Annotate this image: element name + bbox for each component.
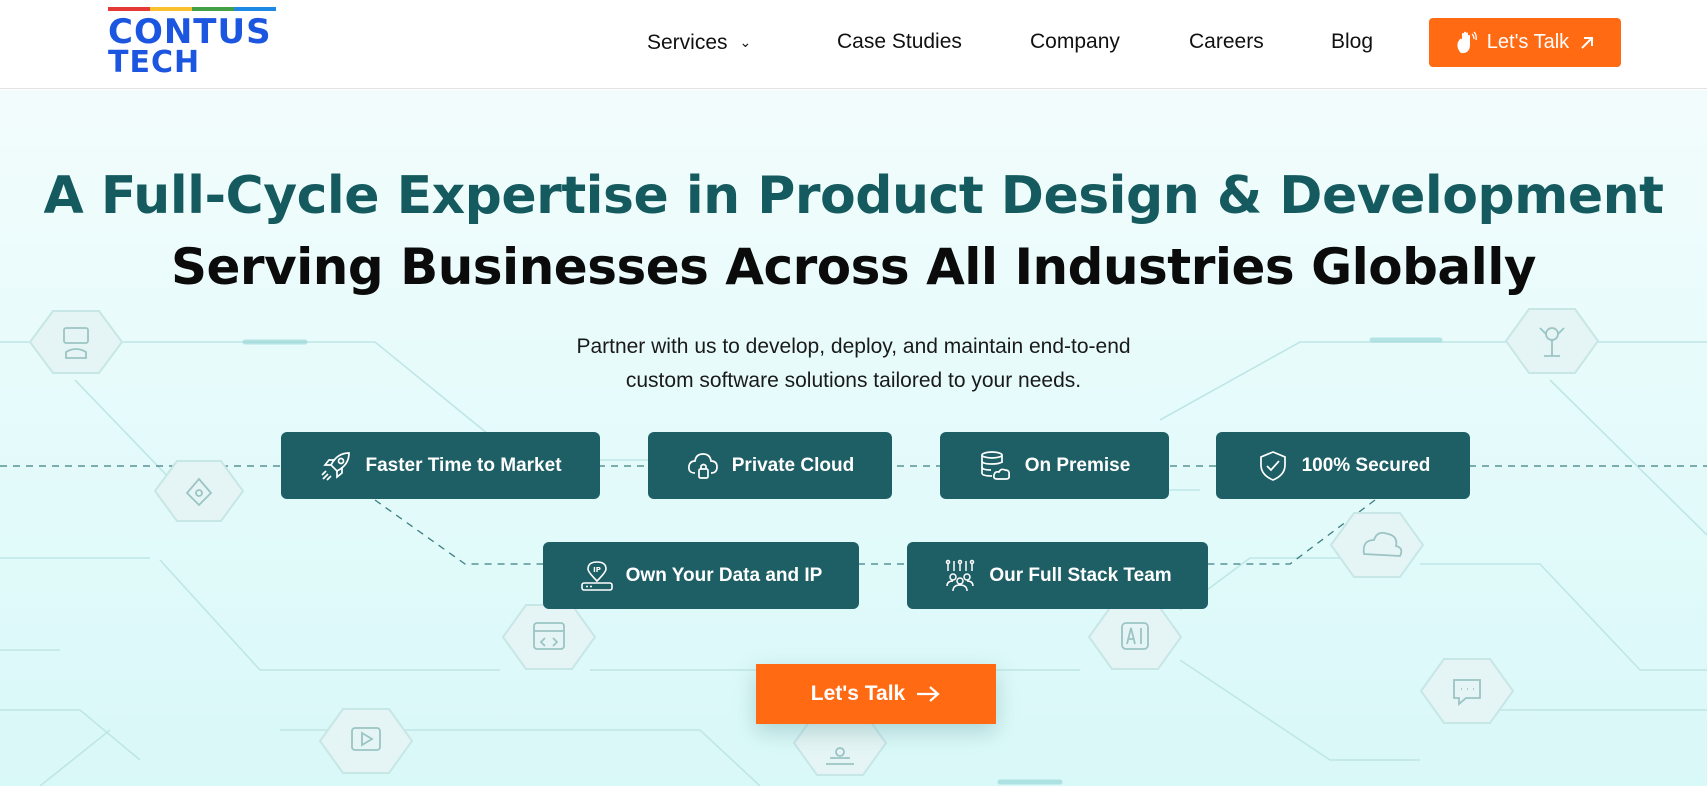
hex-tile bbox=[1329, 512, 1425, 578]
server-database-icon bbox=[980, 450, 1010, 480]
feature-our-full-stack-team: Our Full Stack Team bbox=[907, 542, 1208, 609]
arrow-up-right-icon bbox=[1581, 36, 1594, 49]
feature-label: Our Full Stack Team bbox=[989, 564, 1172, 586]
nav-item-blog[interactable]: Blog bbox=[1331, 28, 1373, 56]
hex-tile bbox=[153, 460, 245, 522]
feature-private-cloud: Private Cloud bbox=[648, 432, 892, 499]
logo-wordmark-line2: TECH bbox=[108, 45, 201, 80]
cloud-lock-icon bbox=[687, 452, 718, 479]
logo-stripe bbox=[150, 7, 192, 11]
feature-label: On Premise bbox=[1024, 454, 1131, 476]
contus-tech-logo[interactable]: CONTUS TECH bbox=[108, 7, 278, 80]
svg-text:IP: IP bbox=[593, 566, 601, 574]
feature-label: 100% Secured bbox=[1301, 454, 1431, 476]
nav-item-case-studies[interactable]: Case Studies bbox=[837, 28, 962, 56]
feature-on-premise: On Premise bbox=[940, 432, 1169, 499]
header-lets-talk-button[interactable]: Let's Talk bbox=[1429, 18, 1621, 67]
hex-tile bbox=[1419, 658, 1515, 724]
feature-own-your-data-and-ip: IP Own Your Data and IP bbox=[543, 542, 859, 609]
hero-subtitle-line1: Partner with us to develop, deploy, and … bbox=[576, 335, 1131, 358]
site-header: CONTUS TECH Services ⌄ Case Studies Compa… bbox=[0, 0, 1707, 89]
hex-tile bbox=[318, 708, 414, 774]
nav-item-services[interactable]: Services ⌄ bbox=[647, 28, 751, 57]
hero-headline-primary: A Full-Cycle Expertise in Product Design… bbox=[43, 166, 1664, 226]
shield-check-icon bbox=[1259, 450, 1286, 481]
feature-faster-time-to-market: Faster Time to Market bbox=[281, 432, 600, 499]
header-cta-label: Let's Talk bbox=[1486, 31, 1570, 53]
hero-section: A Full-Cycle Expertise in Product Design… bbox=[0, 90, 1707, 786]
nav-item-careers[interactable]: Careers bbox=[1189, 28, 1264, 56]
chevron-down-icon: ⌄ bbox=[739, 34, 752, 50]
ip-location-icon: IP bbox=[580, 560, 613, 591]
logo-stripe bbox=[108, 7, 150, 11]
hero-cta-label: Let's Talk bbox=[810, 682, 906, 705]
feature-label: Private Cloud bbox=[731, 454, 855, 476]
nav-label: Services bbox=[647, 31, 728, 54]
feature-label: Own Your Data and IP bbox=[625, 564, 823, 586]
logo-wordmark-line1: CONTUS bbox=[108, 12, 272, 52]
logo-stripe bbox=[234, 7, 276, 11]
nav-item-company[interactable]: Company bbox=[1030, 28, 1120, 56]
logo-stripe bbox=[192, 7, 234, 11]
feature-100-secured: 100% Secured bbox=[1216, 432, 1470, 499]
waving-hand-icon bbox=[1457, 31, 1477, 53]
feature-label: Faster Time to Market bbox=[365, 454, 562, 476]
hex-tile bbox=[1087, 604, 1183, 670]
hero-lets-talk-button[interactable]: Let's Talk bbox=[756, 664, 996, 724]
hero-headline-secondary: Serving Businesses Across All Industries… bbox=[170, 238, 1537, 296]
hex-tile bbox=[501, 604, 597, 670]
team-network-icon bbox=[946, 559, 975, 591]
arrow-right-icon bbox=[917, 686, 940, 702]
hero-subtitle-line2: custom software solutions tailored to yo… bbox=[625, 369, 1082, 392]
rocket-icon bbox=[321, 451, 351, 481]
